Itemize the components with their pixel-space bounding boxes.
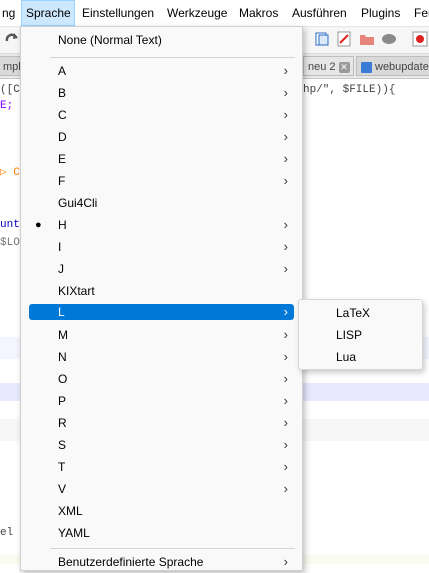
chevron-right-icon: › xyxy=(283,107,288,122)
menu-item-partial-left[interactable]: ng xyxy=(0,0,19,26)
menu-item-fenster-partial[interactable]: Fer xyxy=(410,0,429,26)
chevron-right-icon: › xyxy=(283,437,288,452)
menu-item-werkzeuge[interactable]: Werkzeuge xyxy=(163,0,231,26)
menu-item-m[interactable]: M › xyxy=(29,324,294,346)
menu-item-sprache[interactable]: Sprache xyxy=(21,0,75,26)
menu-item-s[interactable]: S › xyxy=(29,434,294,456)
chevron-right-icon: › xyxy=(283,151,288,166)
chevron-right-icon: › xyxy=(283,63,288,78)
menu-item-none-normal-text[interactable]: None (Normal Text) xyxy=(29,29,294,51)
folder-icon[interactable] xyxy=(359,31,375,47)
chevron-right-icon: › xyxy=(283,371,288,386)
menu-item-plugins[interactable]: Plugins xyxy=(357,0,404,26)
close-icon[interactable]: ✕ xyxy=(338,62,350,73)
code-line: ▷ C xyxy=(0,167,20,179)
chevron-right-icon: › xyxy=(283,85,288,100)
menu-item-l[interactable]: L › xyxy=(29,304,294,320)
chevron-right-icon: › xyxy=(283,554,288,569)
find-in-files-icon[interactable] xyxy=(314,31,330,47)
code-line: $LO xyxy=(0,237,20,249)
menu-item-gui4cli[interactable]: Gui4Cli xyxy=(29,192,294,214)
menu-item-makros[interactable]: Makros xyxy=(235,0,282,26)
menu-item-c[interactable]: C › xyxy=(29,104,294,126)
tab-label: webupdate xyxy=(375,61,429,73)
chevron-right-icon: › xyxy=(283,459,288,474)
function-list-icon[interactable] xyxy=(336,31,352,47)
menu-item-o[interactable]: O › xyxy=(29,368,294,390)
submenu-item-lua[interactable]: Lua xyxy=(303,346,418,368)
chevron-right-icon: › xyxy=(283,415,288,430)
redo-icon[interactable] xyxy=(4,31,20,47)
menu-item-i[interactable]: I › xyxy=(29,236,294,258)
code-line-fragment: hp/", $FILE)){ xyxy=(303,84,396,96)
selected-bullet-icon: ● xyxy=(35,219,42,231)
chevron-right-icon: › xyxy=(283,261,288,276)
code-line: E; xyxy=(0,100,14,112)
tab-webupdate[interactable]: webupdate xyxy=(356,56,429,76)
chevron-right-icon: › xyxy=(283,173,288,188)
menu-item-xml[interactable]: XML xyxy=(29,500,294,522)
menu-item-f[interactable]: F › xyxy=(29,170,294,192)
menu-bar: ng Sprache Einstellungen Werkzeuge Makro… xyxy=(0,0,429,27)
menu-item-v[interactable]: V › xyxy=(29,478,294,500)
submenu-item-lisp[interactable]: LISP xyxy=(303,324,418,346)
menu-item-n[interactable]: N › xyxy=(29,346,294,368)
menu-item-p[interactable]: P › xyxy=(29,390,294,412)
chevron-right-icon: › xyxy=(283,349,288,364)
menu-item-t[interactable]: T › xyxy=(29,456,294,478)
menu-item-b[interactable]: B › xyxy=(29,82,294,104)
macro-record-icon[interactable] xyxy=(412,31,428,47)
submenu-item-latex[interactable]: LaTeX xyxy=(303,302,418,324)
menu-item-d[interactable]: D › xyxy=(29,126,294,148)
chevron-right-icon: › xyxy=(283,129,288,144)
menu-item-yaml[interactable]: YAML xyxy=(29,522,294,544)
menu-item-a[interactable]: A › xyxy=(29,60,294,82)
chevron-right-icon: › xyxy=(283,304,288,319)
menu-item-h[interactable]: ● H › xyxy=(29,214,294,236)
menu-separator xyxy=(50,548,295,549)
monitor-icon[interactable] xyxy=(381,31,397,47)
tab-document-partial[interactable]: mple xyxy=(0,56,22,76)
menu-item-einstellungen[interactable]: Einstellungen xyxy=(78,0,158,26)
save-icon xyxy=(361,61,372,73)
chevron-right-icon: › xyxy=(283,217,288,232)
chevron-right-icon: › xyxy=(283,481,288,496)
tab-label: neu 2 xyxy=(308,61,336,73)
tab-neu-2[interactable]: neu 2 ✕ xyxy=(303,56,354,76)
menu-item-kixtart[interactable]: KIXtart xyxy=(29,280,294,302)
chevron-right-icon: › xyxy=(283,393,288,408)
menu-item-j[interactable]: J › xyxy=(29,258,294,280)
menu-item-ausfuehren[interactable]: Ausführen xyxy=(288,0,351,26)
menu-separator xyxy=(50,57,295,58)
chevron-right-icon: › xyxy=(283,239,288,254)
menu-item-user-defined-language[interactable]: Benutzerdefinierte Sprache › xyxy=(29,551,294,573)
language-menu: None (Normal Text) A › B › C › D › E › F… xyxy=(20,26,303,571)
code-line: el xyxy=(0,527,14,539)
language-l-submenu: LaTeX LISP Lua xyxy=(298,299,423,370)
menu-item-r[interactable]: R › xyxy=(29,412,294,434)
menu-item-e[interactable]: E › xyxy=(29,148,294,170)
chevron-right-icon: › xyxy=(283,327,288,342)
